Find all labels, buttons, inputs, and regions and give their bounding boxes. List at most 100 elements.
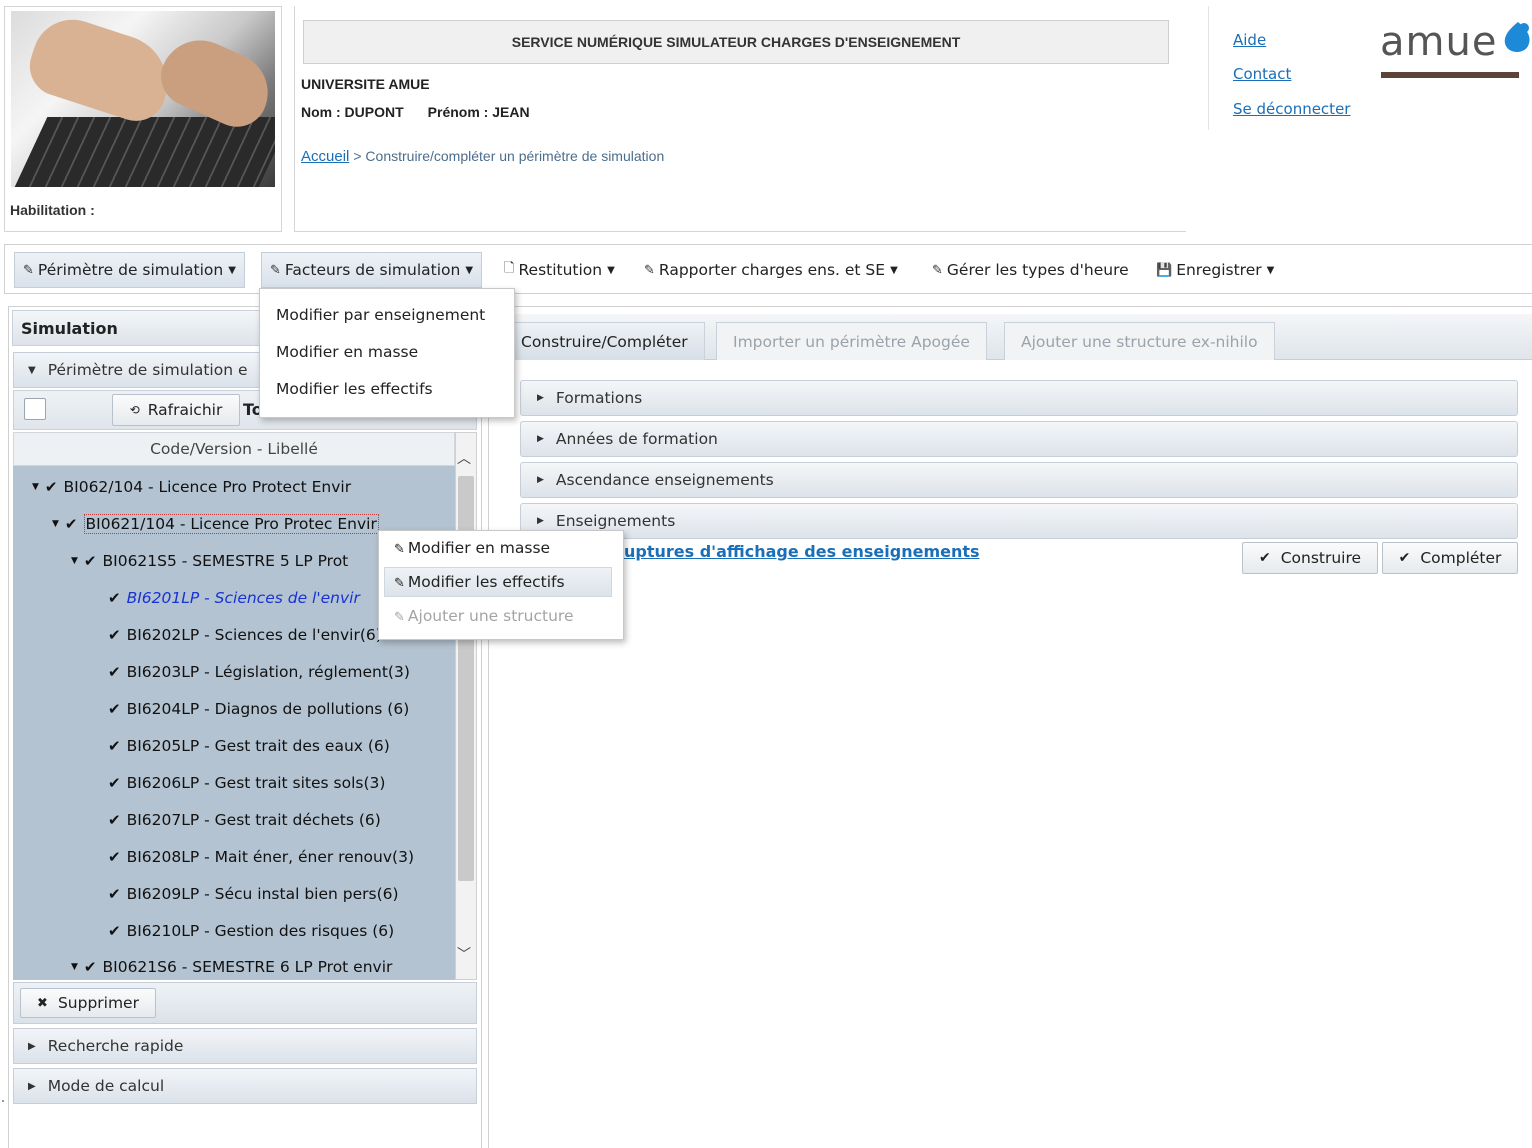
breadcrumb-home-link[interactable]: Accueil — [301, 148, 349, 165]
help-link[interactable]: Aide — [1233, 31, 1266, 49]
logout-link[interactable]: Se déconnecter — [1233, 100, 1350, 118]
menu-item-modifier-en-masse[interactable]: Modifier en masse — [276, 343, 418, 361]
check-icon[interactable]: ✔ — [108, 848, 121, 866]
context-item-modifier-effectifs[interactable]: ✎ Modifier les effectifs — [394, 573, 565, 591]
triangle-down-icon: ▼ — [28, 364, 36, 376]
context-item-modifier-en-masse[interactable]: ✎ Modifier en masse — [394, 539, 550, 557]
tree-leaf[interactable]: ✔ BI6210LP - Gestion des risques (6) — [108, 918, 394, 944]
save-icon: 💾 — [1156, 262, 1173, 278]
check-icon[interactable]: ✔ — [108, 626, 121, 644]
check-icon: ✔ — [1398, 550, 1411, 566]
menu-item-modifier-par-enseignement[interactable]: Modifier par enseignement — [276, 306, 485, 324]
ascendance-accordion[interactable]: ▶ Ascendance enseignements — [520, 462, 1518, 498]
pencil-icon: ✎ — [23, 262, 34, 278]
pencil-icon: ✎ — [394, 542, 405, 557]
keyboard-photo — [11, 11, 275, 187]
pencil-icon: ✎ — [644, 262, 655, 278]
refresh-button[interactable]: ⟲ Rafraichir — [112, 394, 240, 426]
menu-rapporter[interactable]: ✎ Rapporter charges ens. et SE ▼ — [636, 252, 906, 288]
menu-enregistrer[interactable]: 💾 Enregistrer ▼ — [1148, 252, 1282, 288]
pencil-icon: ✎ — [394, 576, 405, 591]
tree-column-header: Code/Version - Libellé — [13, 432, 455, 466]
tab-importer[interactable]: Importer un périmètre Apogée — [716, 322, 987, 360]
pencil-icon: ✎ — [932, 262, 943, 278]
check-icon[interactable]: ✔ — [108, 737, 121, 755]
caret-down-icon: ▼ — [890, 264, 898, 276]
logo-drop-icon — [1504, 22, 1530, 52]
tab-construire[interactable]: Construire/Compléter — [504, 322, 705, 360]
tree-leaf[interactable]: ✔ BI6209LP - Sécu instal bien pers(6) — [108, 881, 399, 907]
close-icon: ✖ — [37, 995, 48, 1011]
tree-leaf[interactable]: ✔ BI6207LP - Gest trait déchets (6) — [108, 807, 381, 833]
scroll-down-icon[interactable]: ﹀ — [457, 944, 471, 964]
caret-down-icon: ▼ — [465, 264, 474, 276]
university-name: UNIVERSITE AMUE — [301, 76, 430, 92]
tree-leaf[interactable]: ✔ BI6208LP - Mait éner, éner renouv(3) — [108, 844, 414, 870]
menu-restitution[interactable]: 🗋 Restitution ▼ — [496, 252, 623, 288]
menu-perimetre[interactable]: ✎ Périmètre de simulation ▼ — [14, 252, 245, 288]
breadcrumb-current: > Construire/compléter un périmètre de s… — [353, 148, 665, 164]
pencil-icon: ✎ — [270, 262, 281, 278]
tree-node[interactable]: ▼ ✔ BI0621S5 - SEMESTRE 5 LP Prot — [71, 548, 348, 574]
delete-button[interactable]: ✖ Supprimer — [20, 988, 156, 1018]
user-nom: Nom : DUPONT — [301, 104, 404, 120]
check-icon[interactable]: ✔ — [65, 515, 78, 533]
check-icon[interactable]: ✔ — [108, 922, 121, 940]
triangle-right-icon: ▶ — [537, 475, 544, 485]
formations-accordion[interactable]: ▶ Formations — [520, 380, 1518, 416]
tree-leaf[interactable]: ✔ BI6206LP - Gest trait sites sols(3) — [108, 770, 385, 796]
tree-leaf[interactable]: ✔ BI6203LP - Législation, réglement(3) — [108, 659, 410, 685]
menu-facteurs[interactable]: ✎ Facteurs de simulation ▼ — [261, 252, 483, 288]
tree-leaf[interactable]: ✔ BI6201LP - Sciences de l'envir — [108, 585, 360, 611]
check-icon[interactable]: ✔ — [108, 885, 121, 903]
expand-down-icon[interactable]: ▼ — [32, 482, 39, 492]
check-icon[interactable]: ✔ — [108, 700, 121, 718]
recherche-accordion-header[interactable]: ▶ Recherche rapide — [13, 1028, 477, 1064]
user-identity: Nom : DUPONT Prénom : JEAN — [301, 104, 554, 120]
amue-logo: amue — [1380, 19, 1498, 65]
check-icon[interactable]: ✔ — [108, 663, 121, 681]
check-icon: ✔ — [1258, 550, 1271, 566]
refresh-icon: ⟲ — [129, 403, 140, 417]
habilitation-label: Habilitation : — [10, 202, 95, 218]
caret-down-icon: ▼ — [228, 264, 236, 276]
tree-leaf[interactable]: ✔ BI6205LP - Gest trait des eaux (6) — [108, 733, 390, 759]
check-icon[interactable]: ✔ — [45, 478, 58, 496]
check-icon[interactable]: ✔ — [108, 811, 121, 829]
breadcrumb: Accueil > Construire/compléter un périmèt… — [301, 148, 664, 165]
tree-node[interactable]: ▼ ✔ BI062/104 - Licence Pro Protect Envir — [32, 474, 351, 500]
check-icon[interactable]: ✔ — [84, 958, 97, 976]
menu-item-modifier-effectifs[interactable]: Modifier les effectifs — [276, 380, 433, 398]
check-icon[interactable]: ✔ — [108, 774, 121, 792]
expand-down-icon[interactable]: ▼ — [52, 519, 59, 529]
triangle-right-icon: ▶ — [537, 393, 544, 403]
context-item-ajouter-structure: ✎ Ajouter une structure — [394, 607, 574, 625]
logo-underline — [1381, 72, 1519, 78]
check-icon[interactable]: ✔ — [108, 589, 121, 607]
completer-button[interactable]: ✔ Compléter — [1382, 542, 1518, 574]
annees-accordion[interactable]: ▶ Années de formation — [520, 421, 1518, 457]
contact-link[interactable]: Contact — [1233, 65, 1291, 83]
triangle-right-icon: ▶ — [537, 516, 544, 526]
construire-button[interactable]: ✔ Construire — [1242, 542, 1378, 574]
menu-types-heure[interactable]: ✎ Gérer les types d'heure — [924, 252, 1137, 288]
ruptures-link[interactable]: uptures d'affichage des enseignements — [624, 542, 980, 561]
tab-ajouter-structure[interactable]: Ajouter une structure ex-nihilo — [1004, 322, 1275, 360]
expand-down-icon[interactable]: ▼ — [71, 556, 78, 566]
pencil-icon: ✎ — [394, 610, 405, 625]
caret-down-icon: ▼ — [607, 264, 615, 276]
app-title: SERVICE NUMÉRIQUE SIMULATEUR CHARGES D'E… — [303, 20, 1169, 64]
header-photo-box — [4, 6, 282, 232]
mode-calcul-accordion-header[interactable]: ▶ Mode de calcul — [13, 1068, 477, 1104]
scroll-up-icon[interactable]: ︿ — [457, 448, 471, 468]
expand-down-icon[interactable]: ▼ — [71, 962, 78, 972]
tree-leaf[interactable]: ✔ BI6202LP - Sciences de l'envir (6) — [108, 622, 382, 648]
triangle-right-icon: ▶ — [28, 1080, 36, 1092]
triangle-right-icon: ▶ — [28, 1040, 36, 1052]
tree-node[interactable]: ▼ ✔ BI0621/104 - Licence Pro Protec Envir — [52, 511, 379, 537]
tree-node[interactable]: ▼ ✔ BI0621S6 - SEMESTRE 6 LP Prot envir — [71, 954, 392, 980]
tree-leaf[interactable]: ✔ BI6204LP - Diagnos de pollutions (6) — [108, 696, 409, 722]
select-all-checkbox[interactable] — [24, 398, 46, 420]
check-icon[interactable]: ✔ — [84, 552, 97, 570]
enseignements-accordion[interactable]: ▶ Enseignements — [520, 503, 1518, 539]
